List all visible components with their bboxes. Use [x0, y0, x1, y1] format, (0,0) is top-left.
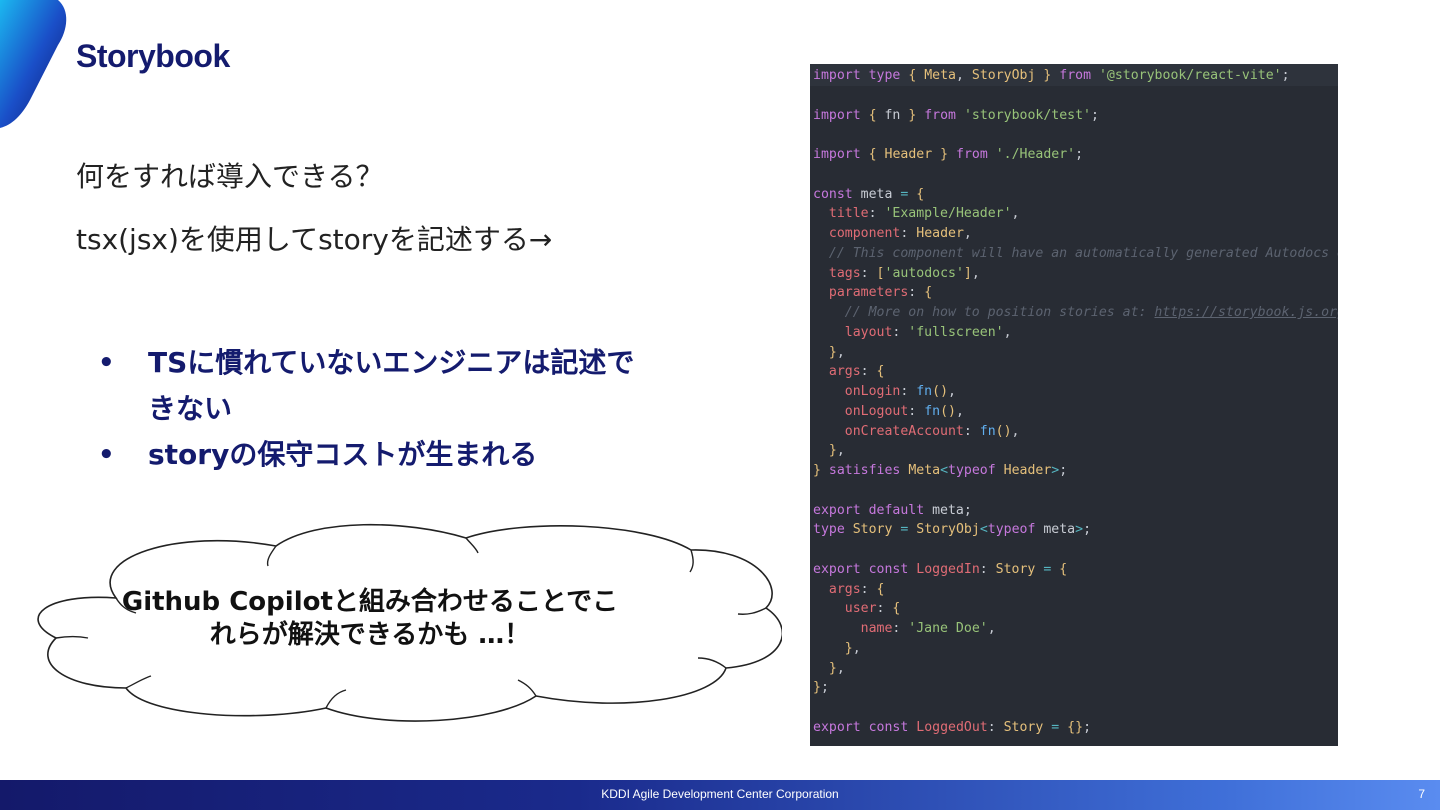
- question-text: 何をすれば導入できる？: [76, 160, 384, 193]
- bullet-item: • TSに慣れていないエンジニアは記述できない: [98, 340, 658, 432]
- slide-title: Storybook: [76, 38, 230, 74]
- cloud-text: Github Copilotと組み合わせることでこれらが解決できるかも …！: [121, 587, 619, 650]
- page-number: 7: [1418, 787, 1425, 801]
- code-block: import type { Meta, StoryObj } from '@st…: [813, 68, 1338, 735]
- footer-bar: KDDI Agile Development Center Corporatio…: [0, 780, 1440, 810]
- corner-decoration: [0, 0, 67, 128]
- bullet-dot-icon: •: [98, 348, 115, 378]
- code-screenshot: import type { Meta, StoryObj } from '@st…: [810, 64, 1338, 746]
- bullet-list: • TSに慣れていないエンジニアは記述できない • storyの保守コストが生まれる: [98, 340, 658, 478]
- description-text: tsx(jsx)を使用してstoryを記述する→: [76, 223, 553, 256]
- bullet-item: • storyの保守コストが生まれる: [98, 432, 658, 478]
- footer-company: KDDI Agile Development Center Corporatio…: [601, 787, 839, 801]
- bullet-dot-icon: •: [98, 440, 115, 470]
